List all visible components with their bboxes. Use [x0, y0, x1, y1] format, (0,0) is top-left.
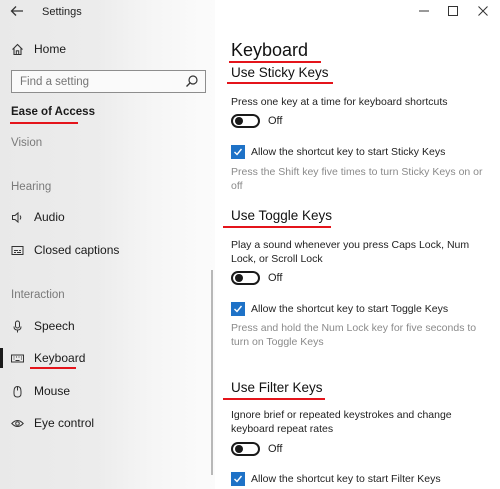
toggle-knob: [235, 445, 243, 453]
microphone-icon: [10, 319, 24, 333]
toggle-keys-toggle-state: Off: [268, 272, 283, 284]
keyboard-icon: [10, 351, 24, 365]
back-arrow-icon[interactable]: [8, 4, 26, 22]
eye-icon: [10, 416, 24, 430]
filter-keys-description: Ignore brief or repeated keystrokes and …: [231, 409, 452, 435]
sidebar: Settings Home Ease of Access Vision Hear…: [0, 0, 215, 489]
sticky-keys-shortcut-label: Allow the shortcut key to start Sticky K…: [251, 146, 446, 158]
minimize-icon[interactable]: [414, 4, 434, 20]
filter-keys-shortcut-checkbox[interactable]: [231, 472, 245, 486]
section-label-interaction: Interaction: [11, 289, 65, 301]
sidebar-item-audio[interactable]: Audio: [0, 205, 215, 229]
main-pane: Keyboard Use Sticky Keys Press one key a…: [215, 0, 500, 489]
sidebar-item-label: Eye control: [34, 416, 95, 430]
toggle-keys-hint: Press and hold the Num Lock key for five…: [231, 322, 477, 348]
filter-keys-title: Use Filter Keys: [231, 380, 323, 395]
close-icon[interactable]: [473, 4, 493, 20]
sticky-keys-description: Press one key at a time for keyboard sho…: [231, 96, 448, 108]
sticky-keys-title: Use Sticky Keys: [231, 65, 329, 80]
sidebar-item-speech[interactable]: Speech: [0, 314, 215, 338]
sidebar-item-label: Closed captions: [34, 243, 120, 257]
search-box[interactable]: [11, 70, 206, 93]
filter-keys-toggle-state: Off: [268, 443, 283, 455]
sidebar-item-label: Speech: [34, 319, 75, 333]
annotation-underline: [227, 82, 333, 84]
sidebar-item-closed-captions[interactable]: Closed captions: [0, 238, 215, 262]
annotation-underline: [223, 226, 331, 228]
annotation-underline: [10, 122, 78, 124]
annotation-underline: [223, 398, 325, 400]
title-bar: Settings: [0, 0, 215, 26]
sidebar-item-label: Mouse: [34, 384, 71, 398]
toggle-knob: [235, 274, 243, 282]
filter-keys-toggle[interactable]: [231, 442, 260, 456]
search-input[interactable]: [12, 71, 182, 92]
toggle-keys-shortcut-checkbox[interactable]: [231, 302, 245, 316]
toggle-keys-title: Use Toggle Keys: [231, 208, 333, 223]
checkmark-icon: [234, 475, 243, 483]
sticky-keys-shortcut-checkbox[interactable]: [231, 145, 245, 159]
sticky-keys-toggle-state: Off: [268, 115, 283, 127]
speaker-icon: [10, 210, 24, 224]
toggle-keys-description: Play a sound whenever you press Caps Loc…: [231, 239, 470, 265]
toggle-knob: [235, 117, 243, 125]
home-label: Home: [34, 42, 67, 56]
page-title: Keyboard: [231, 40, 309, 60]
sticky-keys-hint: Press the Shift key five times to turn S…: [231, 166, 483, 192]
sidebar-item-label: Audio: [34, 210, 65, 224]
closed-captions-icon: [10, 243, 24, 257]
sidebar-item-label: Keyboard: [34, 351, 86, 365]
section-label-vision: Vision: [11, 137, 43, 149]
annotation-underline: [30, 367, 76, 369]
section-label-hearing: Hearing: [11, 181, 52, 193]
toggle-keys-shortcut-label: Allow the shortcut key to start Toggle K…: [251, 303, 449, 315]
mouse-icon: [10, 384, 24, 398]
app-title: Settings: [42, 6, 82, 18]
home-nav-item[interactable]: Home: [0, 37, 215, 61]
maximize-icon[interactable]: [443, 4, 463, 20]
checkmark-icon: [234, 148, 243, 156]
category-title: Ease of Access: [11, 106, 95, 118]
sticky-keys-toggle[interactable]: [231, 114, 260, 128]
toggle-keys-toggle[interactable]: [231, 271, 260, 285]
home-icon: [10, 42, 24, 56]
sidebar-item-eye-control[interactable]: Eye control: [0, 411, 215, 435]
sidebar-scrollbar[interactable]: [211, 270, 213, 475]
checkmark-icon: [234, 305, 243, 313]
search-icon[interactable]: [185, 74, 199, 88]
annotation-underline: [229, 61, 321, 63]
filter-keys-shortcut-label: Allow the shortcut key to start Filter K…: [251, 473, 441, 485]
sidebar-item-mouse[interactable]: Mouse: [0, 379, 215, 403]
